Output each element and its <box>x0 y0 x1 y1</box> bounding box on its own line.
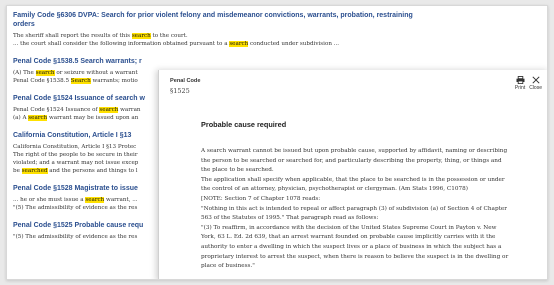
snippet-text: (A) The <box>13 70 36 76</box>
result-title-link[interactable]: Family Code §6306 DVPA: Search for prior… <box>13 11 433 29</box>
result-title-link[interactable]: Penal Code §1538.5 Search warrants; r <box>13 57 547 66</box>
section-text-line: [NOTE: Section 7 of Chapter 1078 reads: <box>201 195 321 202</box>
search-term-highlight: searched <box>21 168 48 174</box>
section-text-line: proprietary interest to arrest the suspe… <box>201 253 509 260</box>
snippet-text: ... the court shall consider the followi… <box>13 41 230 47</box>
snippet-text: California Constitution, Article I §13 P… <box>13 144 137 150</box>
section-text-line: the place to be searched. <box>201 167 274 174</box>
snippet-text: warrant may be issued upon an <box>47 115 139 121</box>
snippet-text: violated; and a warrant may not issue ex… <box>13 160 139 166</box>
snippet-text: conducted under subdivision ... <box>248 41 340 47</box>
search-term-highlight: search <box>229 41 249 47</box>
panel-section-number: §1525 <box>170 87 190 95</box>
snippet-text: Penal Code §1524 Issuance of <box>13 107 100 113</box>
section-text-line: 563 of the Statutes of 1995." That parag… <box>201 215 379 222</box>
snippet-text: be <box>13 168 22 174</box>
search-term-highlight: search <box>99 107 119 113</box>
section-text-line: place of business." <box>201 263 255 270</box>
section-text-line: authority to enter a dwelling in which t… <box>201 243 502 250</box>
section-text-line: "Nothing in this act is intended to repe… <box>201 205 507 212</box>
snippet-text: warrants; motio <box>90 78 138 84</box>
section-detail-panel: Penal Code §1525 Print Close Probable ca… <box>158 70 547 279</box>
snippet-text: ... he or she must issue a <box>13 197 86 203</box>
section-text-line: The application shall specify when appli… <box>201 176 505 183</box>
section-text-line: the control of an attorney, physician, p… <box>201 186 468 193</box>
print-button[interactable]: Print <box>515 76 525 91</box>
section-text-line: "(3) To reaffirm, in accordance with the… <box>201 224 497 231</box>
print-label: Print <box>514 85 526 91</box>
snippet-text: to the court. <box>150 33 188 39</box>
close-icon <box>532 76 540 84</box>
search-term-highlight: search <box>35 70 55 76</box>
snippet-text: The sheriff shall report the results of … <box>13 33 132 39</box>
section-text-line: A search warrant cannot be issued but up… <box>201 148 508 154</box>
snippet-text: and the persons and things to l <box>47 168 138 174</box>
search-result-item: Family Code §6306 DVPA: Search for prior… <box>13 11 547 48</box>
app-frame: Family Code §6306 DVPA: Search for prior… <box>6 5 548 280</box>
snippet-text: warran <box>118 107 141 113</box>
close-button[interactable]: Close <box>529 76 542 91</box>
snippet-text: warrant, ... <box>104 197 138 203</box>
section-text: A search warrant cannot be issued but up… <box>201 147 531 272</box>
search-term-highlight: search <box>131 33 151 39</box>
snippet-text: or seizure without a warrant <box>54 70 138 76</box>
panel-actions: Print Close <box>515 76 542 91</box>
section-text-line: the person to be searched or searched fo… <box>201 157 502 164</box>
snippet-text: "(5) The admissibility of evidence as th… <box>13 205 138 211</box>
section-text-line: York, 63 L. Ed. 2d 639, that an arrest w… <box>201 234 496 241</box>
section-heading: Probable cause required <box>201 120 287 129</box>
snippet-text: The right of the people to be secure in … <box>13 152 138 158</box>
printer-icon <box>516 76 525 84</box>
panel-header: Penal Code §1525 Print Close <box>159 70 547 95</box>
search-term-highlight: Search <box>70 78 91 84</box>
close-label: Close <box>529 85 542 91</box>
search-term-highlight: search <box>85 197 105 203</box>
search-term-highlight: search <box>28 115 48 121</box>
panel-code-name: Penal Code <box>170 78 201 84</box>
snippet-text: (a) A <box>13 115 29 121</box>
snippet-text: Penal Code §1538.5 <box>13 78 71 84</box>
snippet-text: "(5) The admissibility of evidence as th… <box>13 234 138 240</box>
panel-body: Probable cause required A search warrant… <box>201 120 531 272</box>
result-snippet-line: ... the court shall consider the followi… <box>13 40 547 48</box>
result-snippet-line: The sheriff shall report the results of … <box>13 32 547 40</box>
